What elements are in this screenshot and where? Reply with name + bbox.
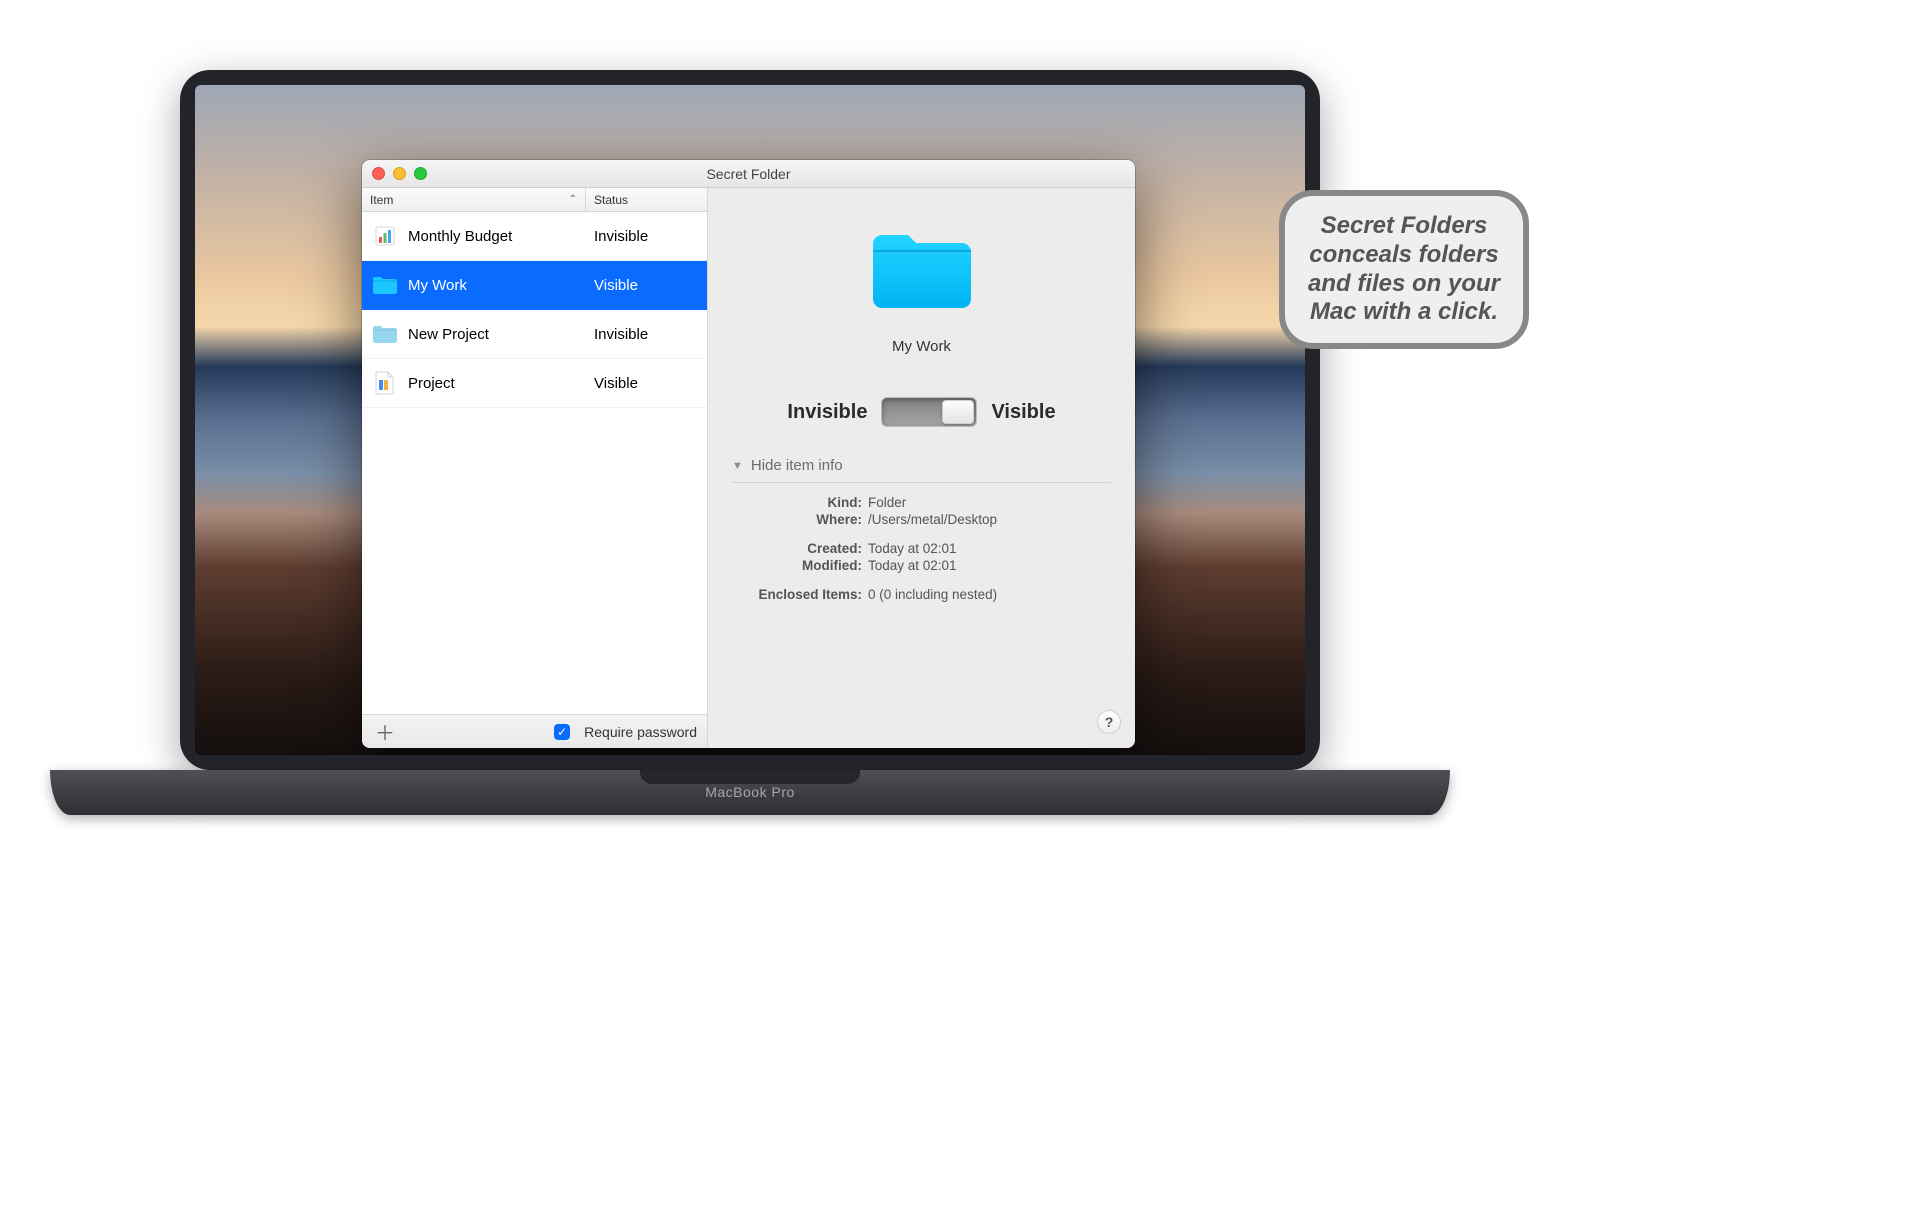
info-row-modified: Modified: Today at 02:01 xyxy=(732,558,1111,573)
info-label: Where: xyxy=(732,512,862,527)
column-header-item[interactable]: Item ⌃ xyxy=(362,188,586,211)
window-body: Item ⌃ Status xyxy=(362,188,1135,748)
info-label: Kind: xyxy=(732,495,862,510)
app-window: Secret Folder Item ⌃ Status xyxy=(362,160,1135,748)
list-item-name: Monthly Budget xyxy=(408,228,512,245)
detail-pane: My Work Invisible Visible ▼ Hide item in… xyxy=(708,188,1135,748)
info-value: /Users/metal/Desktop xyxy=(868,512,997,527)
info-row-where: Where: /Users/metal/Desktop xyxy=(732,512,1111,527)
titlebar[interactable]: Secret Folder xyxy=(362,160,1135,188)
item-info: Kind: Folder Where: /Users/metal/Desktop… xyxy=(732,493,1111,604)
folder-icon xyxy=(372,321,398,347)
callout-text: Secret Folders conceals folders and file… xyxy=(1308,212,1500,325)
preview-area: My Work xyxy=(732,212,1111,355)
info-row-created: Created: Today at 02:01 xyxy=(732,541,1111,556)
list-item-name: My Work xyxy=(408,277,467,294)
zoom-button[interactable] xyxy=(414,167,427,180)
list-item[interactable]: New Project Invisible xyxy=(362,310,707,359)
help-button-label: ? xyxy=(1105,714,1114,730)
list-item-status: Invisible xyxy=(594,228,648,245)
list-item[interactable]: My Work Visible xyxy=(362,261,707,310)
window-title: Secret Folder xyxy=(362,166,1135,182)
list-item-status: Invisible xyxy=(594,326,648,343)
info-value: Folder xyxy=(868,495,906,510)
desktop-wallpaper: Secret Folder Item ⌃ Status xyxy=(195,85,1305,755)
add-item-button[interactable]: ＋ xyxy=(372,719,398,745)
list-item-name: New Project xyxy=(408,326,489,343)
info-row-enclosed: Enclosed Items: 0 (0 including nested) xyxy=(732,587,1111,602)
marketing-callout: Secret Folders conceals folders and file… xyxy=(1279,190,1529,349)
traffic-lights xyxy=(372,167,427,180)
divider xyxy=(732,482,1111,483)
macbook-frame: Secret Folder Item ⌃ Status xyxy=(50,50,1450,820)
switch-knob xyxy=(942,400,974,424)
toggle-label-visible: Visible xyxy=(991,401,1055,424)
info-row-kind: Kind: Folder xyxy=(732,495,1111,510)
chart-file-icon xyxy=(372,223,398,249)
item-info-disclosure[interactable]: ▼ Hide item info xyxy=(732,457,1111,474)
list-footer: ＋ ✓ Require password xyxy=(362,714,707,748)
column-header-status-label: Status xyxy=(594,193,628,207)
visibility-toggle-row: Invisible Visible xyxy=(732,397,1111,427)
macbook-label: MacBook Pro xyxy=(705,784,795,800)
document-icon xyxy=(372,370,398,396)
help-button[interactable]: ? xyxy=(1097,710,1121,734)
macbook-notch xyxy=(640,770,860,784)
close-button[interactable] xyxy=(372,167,385,180)
list-item-status: Visible xyxy=(594,277,638,294)
column-header-status[interactable]: Status xyxy=(586,188,707,211)
toggle-label-invisible: Invisible xyxy=(787,401,867,424)
list-item[interactable]: Monthly Budget Invisible xyxy=(362,212,707,261)
info-value: Today at 02:01 xyxy=(868,541,957,556)
preview-name: My Work xyxy=(892,338,951,355)
info-value: Today at 02:01 xyxy=(868,558,957,573)
info-label: Enclosed Items: xyxy=(732,587,862,602)
list-item-status: Visible xyxy=(594,375,638,392)
item-list-pane: Item ⌃ Status xyxy=(362,188,708,748)
list-item-name: Project xyxy=(408,375,455,392)
sort-chevron-up-icon: ⌃ xyxy=(569,194,577,205)
item-list[interactable]: Monthly Budget Invisible xyxy=(362,212,707,714)
info-label: Created: xyxy=(732,541,862,556)
require-password-checkbox[interactable]: ✓ xyxy=(554,724,570,740)
column-header-item-label: Item xyxy=(370,193,393,207)
require-password-label: Require password xyxy=(584,724,697,740)
chevron-down-icon: ▼ xyxy=(732,460,743,472)
folder-preview-icon xyxy=(867,228,977,314)
visibility-switch[interactable] xyxy=(881,397,977,427)
macbook-bezel: Secret Folder Item ⌃ Status xyxy=(180,70,1320,770)
minimize-button[interactable] xyxy=(393,167,406,180)
info-label: Modified: xyxy=(732,558,862,573)
folder-icon xyxy=(372,272,398,298)
list-item[interactable]: Project Visible xyxy=(362,359,707,408)
info-value: 0 (0 including nested) xyxy=(868,587,997,602)
disclosure-label: Hide item info xyxy=(751,457,843,474)
column-header-row: Item ⌃ Status xyxy=(362,188,707,212)
